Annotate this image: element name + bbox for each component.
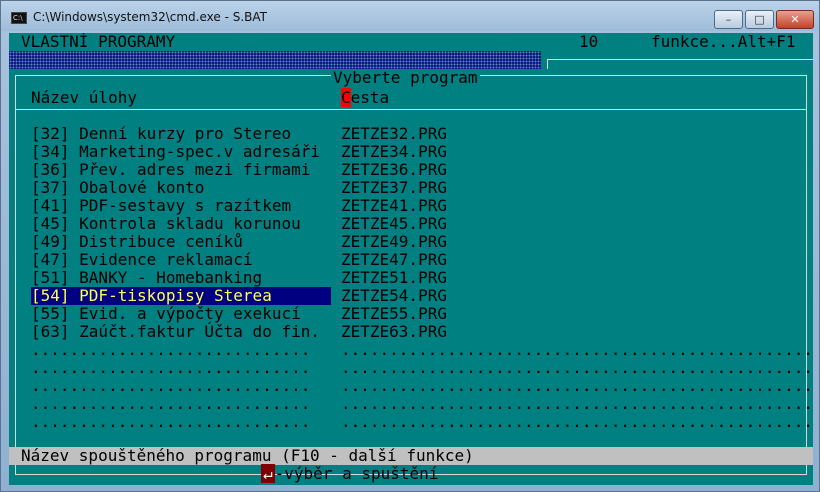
empty-slot-path[interactable]: ........................................… bbox=[341, 359, 813, 377]
minimize-button[interactable]: – bbox=[714, 10, 743, 29]
program-item-path[interactable]: ZETZE36.PRG bbox=[341, 161, 447, 179]
program-item-path[interactable]: ZETZE47.PRG bbox=[341, 251, 447, 269]
title-bar[interactable]: C:\ C:\Windows\system32\cmd.exe - S.BAT … bbox=[1, 1, 819, 31]
program-item-name[interactable]: [41] PDF-sestavy s razítkem bbox=[31, 197, 291, 215]
header-separator bbox=[15, 109, 807, 110]
empty-slot-name[interactable]: ............................. bbox=[31, 413, 310, 431]
minimize-icon: – bbox=[725, 13, 732, 26]
maximize-button[interactable]: □ bbox=[745, 10, 774, 29]
status-text: Název spouštěného programu (F10 - další … bbox=[21, 446, 474, 465]
program-item-name[interactable]: [36] Přev. adres mezi firmami bbox=[31, 161, 310, 179]
empty-slot-name[interactable]: ............................. bbox=[31, 395, 310, 413]
column-header-task: Název úlohy bbox=[31, 88, 137, 107]
text-cursor: C bbox=[341, 88, 351, 107]
column-header-path-label: esta bbox=[350, 88, 390, 107]
empty-slot-name[interactable]: ............................. bbox=[31, 359, 310, 377]
empty-slot-name[interactable]: ............................. bbox=[31, 377, 310, 395]
program-item-path[interactable]: ZETZE49.PRG bbox=[341, 233, 447, 251]
program-item-name[interactable]: [54] PDF-tiskopisy Sterea bbox=[31, 287, 331, 305]
empty-slot-path[interactable]: ........................................… bbox=[341, 377, 813, 395]
status-bar: Název spouštěného programu (F10 - další … bbox=[9, 447, 813, 465]
program-item-name[interactable]: [47] Evidence reklamací bbox=[31, 251, 253, 269]
program-item-path[interactable]: ZETZE55.PRG bbox=[341, 305, 447, 323]
key-hint-text: -výběr a spuštění bbox=[274, 464, 439, 483]
program-item-name[interactable]: [63] Zaúčt.faktur Účta do fin. bbox=[31, 323, 320, 341]
header-functions-hint: funkce...Alt+F1 bbox=[651, 33, 796, 51]
maximize-icon: □ bbox=[754, 13, 765, 26]
console-window: C:\ C:\Windows\system32\cmd.exe - S.BAT … bbox=[0, 0, 820, 492]
panel-title: Vyberte program bbox=[331, 68, 480, 87]
key-hint: ↵ -výběr a spuštění bbox=[261, 464, 439, 483]
header-number: 10 bbox=[579, 33, 599, 51]
program-item-path[interactable]: ZETZE37.PRG bbox=[341, 179, 447, 197]
empty-slot-path[interactable]: ........................................… bbox=[341, 395, 813, 413]
empty-slot-path[interactable]: ........................................… bbox=[341, 413, 813, 431]
cmd-icon: C:\ bbox=[11, 12, 27, 24]
empty-slot-name[interactable]: ............................. bbox=[31, 341, 310, 359]
program-item-name[interactable]: [45] Kontrola skladu korunou bbox=[31, 215, 301, 233]
program-item-name[interactable]: [37] Obalové konto bbox=[31, 179, 204, 197]
close-button[interactable]: ✕ bbox=[776, 10, 814, 29]
program-item-path[interactable]: ZETZE34.PRG bbox=[341, 143, 447, 161]
console-area[interactable]: VLASTNÍ PROGRAMY 10 funkce...Alt+F1 Vybe… bbox=[9, 33, 813, 485]
close-icon: ✕ bbox=[790, 13, 800, 26]
program-item-path[interactable]: ZETZE45.PRG bbox=[341, 215, 447, 233]
program-item-name[interactable]: [51] BANKY - Homebanking bbox=[31, 269, 262, 287]
empty-slot-path[interactable]: ........................................… bbox=[341, 341, 813, 359]
program-item-path[interactable]: ZETZE41.PRG bbox=[341, 197, 447, 215]
header-title: VLASTNÍ PROGRAMY bbox=[21, 33, 176, 51]
program-item-name[interactable]: [49] Distribuce ceníků bbox=[31, 233, 243, 251]
window-title: C:\Windows\system32\cmd.exe - S.BAT bbox=[33, 10, 268, 24]
program-item-path[interactable]: ZETZE54.PRG bbox=[341, 287, 447, 305]
program-item-path[interactable]: ZETZE32.PRG bbox=[341, 125, 447, 143]
progress-bar bbox=[9, 51, 541, 69]
enter-key-icon: ↵ bbox=[261, 464, 275, 483]
program-item-name[interactable]: [32] Denní kurzy pro Stereo bbox=[31, 125, 291, 143]
column-header-path: Cesta bbox=[341, 88, 390, 107]
program-item-name[interactable]: [55] Evid. a výpočty exekucí bbox=[31, 305, 301, 323]
program-item-name[interactable]: [34] Marketing-spec.v adresáři bbox=[31, 143, 320, 161]
program-item-path[interactable]: ZETZE63.PRG bbox=[341, 323, 447, 341]
info-box-frame bbox=[547, 59, 813, 69]
program-item-path[interactable]: ZETZE51.PRG bbox=[341, 269, 447, 287]
